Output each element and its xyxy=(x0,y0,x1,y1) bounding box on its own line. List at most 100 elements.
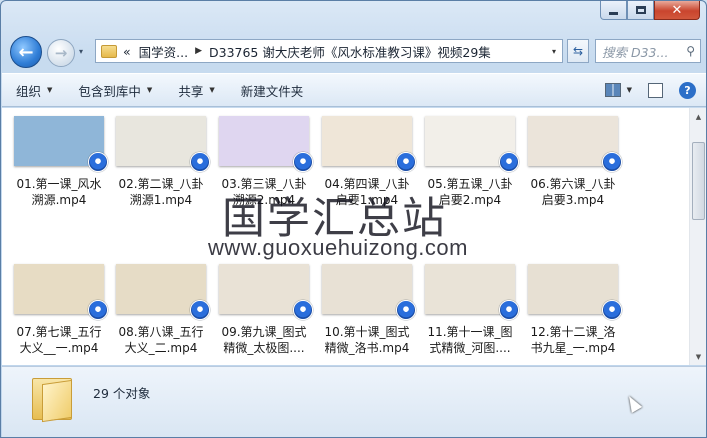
file-name-line: 精微_洛书.mp4 xyxy=(324,341,410,355)
chevron-down-icon: ▼ xyxy=(146,86,153,94)
file-item[interactable]: 02.第二课_八卦 溯源1.mp4 xyxy=(111,116,211,208)
file-name-line: 02.第二课_八卦 xyxy=(118,177,204,191)
file-name-line: 大义__一.mp4 xyxy=(19,341,99,355)
media-player-icon xyxy=(190,152,210,172)
file-item[interactable]: 09.第九课_图式 精微_太极图.... xyxy=(214,264,314,356)
command-bar: 组织 ▼ 包含到库中 ▼ 共享 ▼ 新建文件夹 ▼ ? xyxy=(2,73,706,107)
address-dropdown-icon[interactable]: ▾ xyxy=(546,47,562,56)
explorer-window: ✕ ← → ▾ « 国学资... ▶ D33765 谢大庆老师《风水标准教习课》… xyxy=(0,0,707,438)
minimize-button[interactable] xyxy=(600,1,627,20)
file-item[interactable]: 10.第十课_图式 精微_洛书.mp4 xyxy=(317,264,417,356)
preview-pane-icon[interactable] xyxy=(648,82,663,98)
scroll-up-icon[interactable]: ▲ xyxy=(690,108,706,125)
file-name: 12.第十二课_洛 书九星_一.mp4 xyxy=(523,324,623,356)
media-player-icon xyxy=(499,152,519,172)
file-name-line: 书九星_一.mp4 xyxy=(530,341,616,355)
file-name-line: 溯源1.mp4 xyxy=(129,193,193,207)
organize-label: 组织 xyxy=(16,83,42,99)
file-item[interactable]: 11.第十一课_图 式精微_河图.... xyxy=(420,264,520,356)
search-input[interactable]: 搜索 D33... ⚲ xyxy=(595,39,701,63)
file-name: 01.第一课_风水 溯源.mp4 xyxy=(9,176,109,208)
file-item[interactable]: 06.第六课_八卦 启要3.mp4 xyxy=(523,116,623,208)
organize-menu[interactable]: 组织 ▼ xyxy=(2,81,64,100)
search-placeholder: 搜索 D33... xyxy=(602,44,669,60)
item-count: 29 个对象 xyxy=(93,386,151,401)
scroll-thumb[interactable] xyxy=(692,142,705,220)
breadcrumb-separator-icon[interactable]: ▶ xyxy=(195,46,202,56)
file-name-line: 01.第一课_风水 xyxy=(16,177,102,191)
file-name-line: 07.第七课_五行 xyxy=(16,325,102,339)
view-controls: ▼ ? xyxy=(604,81,696,99)
folder-icon xyxy=(101,44,117,58)
new-folder-label: 新建文件夹 xyxy=(240,83,304,99)
minimize-icon xyxy=(609,11,618,15)
share-menu[interactable]: 共享 ▼ xyxy=(164,81,226,100)
media-player-icon xyxy=(602,152,622,172)
breadcrumb-current[interactable]: D33765 谢大庆老师《风水标准教习课》视频29集 xyxy=(209,42,491,61)
file-name-line: 09.第九课_图式 xyxy=(221,325,307,339)
maximize-icon xyxy=(635,6,646,14)
media-player-icon xyxy=(396,300,416,320)
back-arrow-icon: ← xyxy=(18,41,34,63)
recent-pages-button[interactable]: ▾ xyxy=(79,47,83,56)
chevron-down-icon: ▼ xyxy=(209,86,215,94)
media-player-icon xyxy=(190,300,210,320)
video-thumbnail xyxy=(219,116,313,172)
caption-buttons: ✕ xyxy=(600,1,700,20)
maximize-button[interactable] xyxy=(627,1,654,20)
refresh-button[interactable]: ⇆ xyxy=(567,39,589,63)
video-thumbnail xyxy=(425,264,519,320)
file-name-line: 11.第十一课_图 xyxy=(427,325,513,339)
file-item[interactable]: 01.第一课_风水 溯源.mp4 xyxy=(9,116,109,208)
file-item[interactable]: 07.第七课_五行 大义__一.mp4 xyxy=(9,264,109,356)
forward-arrow-icon: → xyxy=(54,44,68,62)
share-label: 共享 xyxy=(178,83,204,99)
view-options-icon[interactable]: ▼ xyxy=(627,86,632,94)
chevron-down-icon: ▼ xyxy=(47,86,53,94)
refresh-icon: ⇆ xyxy=(572,44,584,58)
close-icon: ✕ xyxy=(671,2,683,18)
file-name-line: 溯源.mp4 xyxy=(31,193,87,207)
media-player-icon xyxy=(88,152,108,172)
file-name-line: 12.第十二课_洛 xyxy=(530,325,616,339)
help-icon[interactable]: ? xyxy=(679,81,696,99)
file-name-line: 精微_太极图.... xyxy=(223,341,305,355)
file-name: 07.第七课_五行 大义__一.mp4 xyxy=(9,324,109,356)
change-view-icon[interactable] xyxy=(604,83,621,97)
media-player-icon xyxy=(499,300,519,320)
file-item[interactable]: 12.第十二课_洛 书九星_一.mp4 xyxy=(523,264,623,356)
forward-button[interactable]: → xyxy=(47,39,75,67)
video-thumbnail xyxy=(528,264,622,320)
include-in-library-menu[interactable]: 包含到库中 ▼ xyxy=(64,81,164,100)
video-thumbnail xyxy=(322,116,416,172)
file-item[interactable]: 08.第八课_五行 大义_二.mp4 xyxy=(111,264,211,356)
video-thumbnail xyxy=(425,116,519,172)
close-button[interactable]: ✕ xyxy=(654,1,700,20)
search-icon[interactable]: ⚲ xyxy=(686,44,695,58)
video-thumbnail xyxy=(528,116,622,172)
breadcrumb-item[interactable]: 国学资... xyxy=(139,42,188,61)
file-name-line: 06.第六课_八卦 xyxy=(530,177,616,191)
breadcrumb-overflow[interactable]: « xyxy=(123,44,131,59)
video-thumbnail xyxy=(14,116,108,172)
file-name-line: 启要3.mp4 xyxy=(541,193,605,207)
back-button[interactable]: ← xyxy=(10,36,42,68)
file-name-line: 10.第十课_图式 xyxy=(324,325,410,339)
video-thumbnail xyxy=(14,264,108,320)
watermark-url: www.guoxuehuizong.com xyxy=(208,235,468,260)
file-name: 10.第十课_图式 精微_洛书.mp4 xyxy=(317,324,417,356)
video-thumbnail xyxy=(322,264,416,320)
media-player-icon xyxy=(293,300,313,320)
video-thumbnail xyxy=(116,116,210,172)
vertical-scrollbar[interactable]: ▲ ▼ xyxy=(689,108,706,365)
scroll-down-icon[interactable]: ▼ xyxy=(690,348,706,365)
address-bar[interactable]: « 国学资... ▶ D33765 谢大庆老师《风水标准教习课》视频29集 ▾ xyxy=(95,39,563,63)
navigation-bar: ← → ▾ « 国学资... ▶ D33765 谢大庆老师《风水标准教习课》视频… xyxy=(1,34,706,68)
new-folder-button[interactable]: 新建文件夹 xyxy=(227,81,316,100)
media-player-icon xyxy=(396,152,416,172)
details-pane: 29 个对象 xyxy=(2,366,706,437)
media-player-icon xyxy=(293,152,313,172)
media-player-icon xyxy=(88,300,108,320)
file-name-line: 08.第八课_五行 xyxy=(118,325,204,339)
file-name-line: 大义_二.mp4 xyxy=(124,341,198,355)
